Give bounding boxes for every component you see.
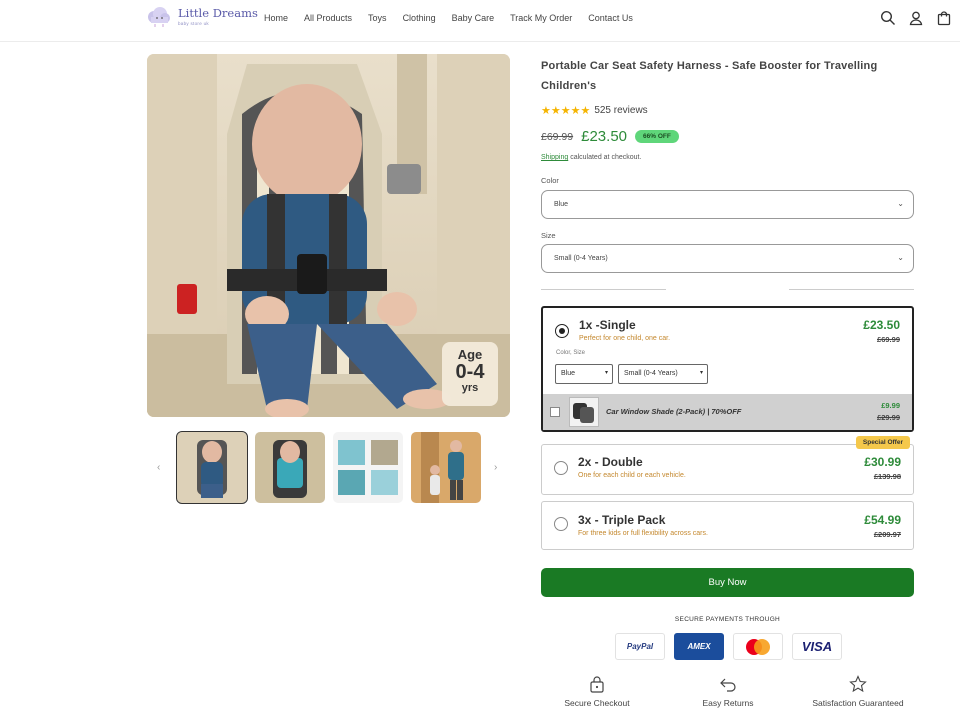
age-badge: Age 0-4 yrs — [442, 342, 498, 406]
star-rating-icon: ★★★★★ — [541, 105, 591, 117]
bundle-old-price: £209.97 — [873, 530, 901, 539]
paypal-icon: PayPal — [615, 633, 665, 660]
bundle-options-label: Color, Size — [556, 350, 586, 356]
return-arrow-icon — [719, 675, 737, 693]
upsell-checkbox[interactable] — [550, 407, 560, 417]
bundle-size-select[interactable]: Small (0-4 Years) ▾ — [618, 364, 708, 384]
trust-satisfaction: Satisfaction Guaranteed — [803, 675, 913, 709]
upsell-addon[interactable]: Car Window Shade (2-Pack) | 70%OFF £9.99… — [543, 394, 912, 430]
discount-badge: 66% OFF — [635, 130, 679, 143]
nav-track-order[interactable]: Track My Order — [510, 13, 572, 23]
nav-baby-care[interactable]: Baby Care — [452, 13, 495, 23]
trust-label: Easy Returns — [702, 698, 754, 708]
review-count: 525 reviews — [594, 105, 648, 116]
chevron-down-icon: ⌄ — [897, 253, 904, 262]
thumbnail-3[interactable] — [333, 432, 403, 503]
nav-toys[interactable]: Toys — [368, 13, 387, 23]
amex-icon: AMEX — [674, 633, 724, 660]
sale-price: £23.50 — [581, 128, 628, 145]
thumbnail-strip: ‹ › — [157, 431, 510, 504]
product-title: Portable Car Seat Safety Harness - Safe … — [541, 60, 878, 92]
chevron-left-icon[interactable]: ‹ — [157, 462, 160, 473]
bundle-old-price: £139.98 — [873, 472, 901, 481]
bundle-divider — [541, 289, 914, 290]
bundle-size-value: Small (0-4 Years) — [624, 370, 678, 377]
paypal-label: PayPal — [626, 642, 654, 651]
shipping-text: calculated at checkout. — [568, 154, 642, 161]
window-shade-thumbnail — [569, 397, 599, 427]
chevron-right-icon[interactable]: › — [494, 462, 497, 473]
size-select[interactable]: Small (0-4 Years) ⌄ — [541, 244, 914, 273]
cloud-logo-icon — [146, 6, 172, 28]
bundle-color-select[interactable]: Blue ▾ — [555, 364, 613, 384]
age-badge-unit: yrs — [461, 382, 479, 394]
account-icon[interactable] — [908, 10, 924, 26]
bundle-radio[interactable] — [554, 461, 568, 475]
caret-down-icon: ▾ — [604, 370, 608, 376]
special-offer-badge: Special Offer — [855, 436, 910, 449]
color-label: Color — [541, 176, 559, 185]
rating[interactable]: ★★★★★ 525 reviews — [541, 104, 648, 117]
trust-easy-returns: Easy Returns — [673, 675, 783, 709]
shipping-note: Shipping calculated at checkout. — [541, 154, 641, 161]
mastercard-icon — [733, 633, 783, 660]
search-icon[interactable] — [880, 10, 896, 26]
bundle-title: 1x -Single — [579, 318, 636, 332]
bundle-triple[interactable]: 3x - Triple Pack For three kids or full … — [541, 501, 914, 550]
main-nav: Home All Products Toys Clothing Baby Car… — [264, 13, 649, 23]
upsell-price: £9.99 — [881, 401, 900, 410]
bundle-old-price: £69.99 — [877, 335, 900, 344]
color-select-value: Blue — [554, 201, 569, 208]
bundle-single[interactable]: 1x -Single Perfect for one child, one ca… — [541, 306, 914, 432]
buy-now-button[interactable]: Buy Now — [541, 568, 914, 597]
bundle-title: 2x - Double — [578, 455, 643, 469]
product-main-image[interactable]: Age 0-4 yrs — [147, 54, 510, 417]
size-label: Size — [541, 231, 556, 240]
trust-label: Secure Checkout — [564, 698, 630, 708]
age-badge-label: Age — [457, 347, 483, 362]
brand-name: Little Dreams — [178, 6, 258, 20]
bundle-price: £23.50 — [863, 318, 900, 332]
trust-secure-checkout: Secure Checkout — [542, 675, 652, 709]
compare-price: £69.99 — [541, 130, 574, 143]
trust-label: Satisfaction Guaranteed — [812, 698, 904, 708]
visa-label: VISA — [801, 639, 833, 654]
cart-icon[interactable] — [936, 10, 952, 26]
chevron-down-icon: ⌄ — [897, 199, 904, 208]
thumbnail-4[interactable] — [411, 432, 481, 503]
bundle-radio[interactable] — [555, 324, 569, 338]
bundle-title: 3x - Triple Pack — [578, 513, 666, 527]
payment-methods: PayPal AMEX VISA — [615, 633, 842, 660]
secure-payments-label: SECURE PAYMENTS THROUGH — [674, 616, 781, 623]
nav-all-products[interactable]: All Products — [304, 13, 352, 23]
amex-label: AMEX — [687, 642, 711, 651]
bundle-subtitle: Perfect for one child, one car. — [579, 335, 671, 342]
brand-logo[interactable]: Little Dreams baby store uk — [146, 6, 258, 28]
bundle-subtitle: For three kids or full flexibility acros… — [578, 530, 708, 537]
bundle-subtitle: One for each child or each vehicle. — [578, 472, 686, 479]
nav-clothing[interactable]: Clothing — [403, 13, 436, 23]
bundle-price: £54.99 — [864, 513, 901, 527]
thumbnail-2[interactable] — [255, 432, 325, 503]
lock-icon — [588, 675, 606, 693]
upsell-title: Car Window Shade (2-Pack) | 70%OFF — [606, 407, 742, 416]
color-select[interactable]: Blue ⌄ — [541, 190, 914, 219]
visa-icon: VISA — [792, 633, 842, 660]
upsell-old-price: £29.99 — [877, 413, 900, 422]
star-icon — [849, 675, 867, 693]
bundle-double[interactable]: Special Offer 2x - Double One for each c… — [541, 436, 914, 495]
bundle-color-value: Blue — [561, 370, 576, 377]
age-badge-range: 0-4 — [455, 361, 485, 383]
nav-home[interactable]: Home — [264, 13, 288, 23]
nav-contact[interactable]: Contact Us — [588, 13, 633, 23]
site-header: Little Dreams baby store uk Home All Pro… — [0, 0, 960, 42]
shipping-link[interactable]: Shipping — [541, 154, 568, 161]
caret-down-icon: ▾ — [699, 370, 703, 376]
size-select-value: Small (0-4 Years) — [554, 255, 608, 262]
price-row: £69.99 £23.50 66% OFF — [541, 128, 679, 145]
bundle-radio[interactable] — [554, 517, 568, 531]
brand-tagline: baby store uk — [178, 20, 209, 26]
thumbnail-1[interactable] — [176, 431, 248, 504]
bundle-price: £30.99 — [864, 455, 901, 469]
